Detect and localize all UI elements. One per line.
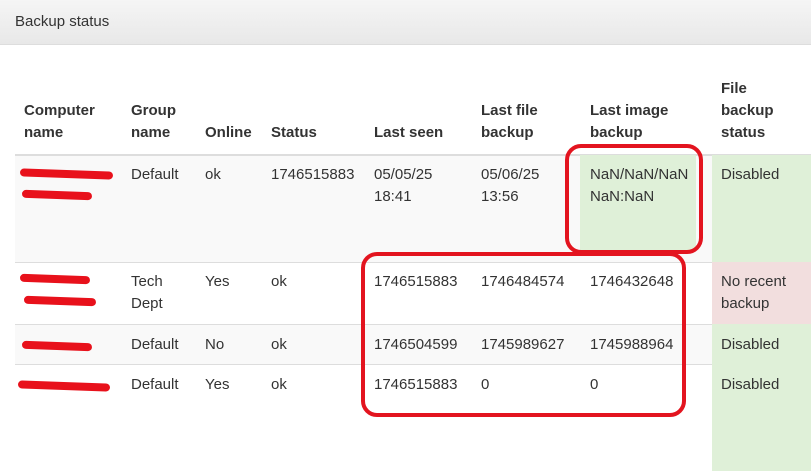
cell-online: Yes [205, 376, 230, 393]
highlight-annotation [361, 252, 686, 417]
header-computer-name[interactable]: Computer name [24, 100, 95, 144]
cell-status: ok [271, 376, 287, 393]
header-group-name[interactable]: Group name [131, 100, 176, 144]
cell-status: ok [271, 273, 287, 290]
cell-online: No [205, 336, 225, 353]
cell-status: ok [271, 336, 287, 353]
cell-file-backup-status: Disabled [721, 166, 780, 183]
header-last-file-backup[interactable]: Last file backup [481, 100, 538, 144]
header-online[interactable]: Online [205, 122, 252, 144]
cell-file-backup-status: No recent backup [721, 273, 787, 312]
cell-online: ok [205, 166, 221, 183]
header-last-image-backup[interactable]: Last image backup [590, 100, 668, 144]
cell-file-backup-status: Disabled [721, 376, 780, 393]
panel-title: Backup status [15, 13, 110, 30]
cell-group: Default [131, 376, 179, 393]
header-last-seen[interactable]: Last seen [374, 122, 443, 144]
cell-group: Default [131, 336, 179, 353]
cell-file-backup-status: Disabled [721, 336, 780, 353]
highlight-annotation [565, 144, 703, 254]
cell-last-seen: 05/05/25 18:41 [374, 166, 433, 205]
panel-heading: Backup status [0, 0, 811, 45]
cell-last-file-backup: 05/06/25 13:56 [481, 166, 540, 205]
cell-group: Default [131, 166, 179, 183]
cell-online: Yes [205, 273, 230, 290]
cell-status: 1746515883 [271, 166, 355, 183]
header-status[interactable]: Status [271, 122, 317, 144]
header-file-backup-status[interactable]: File backup status [721, 78, 774, 144]
cell-group: Tech Dept [131, 273, 163, 312]
